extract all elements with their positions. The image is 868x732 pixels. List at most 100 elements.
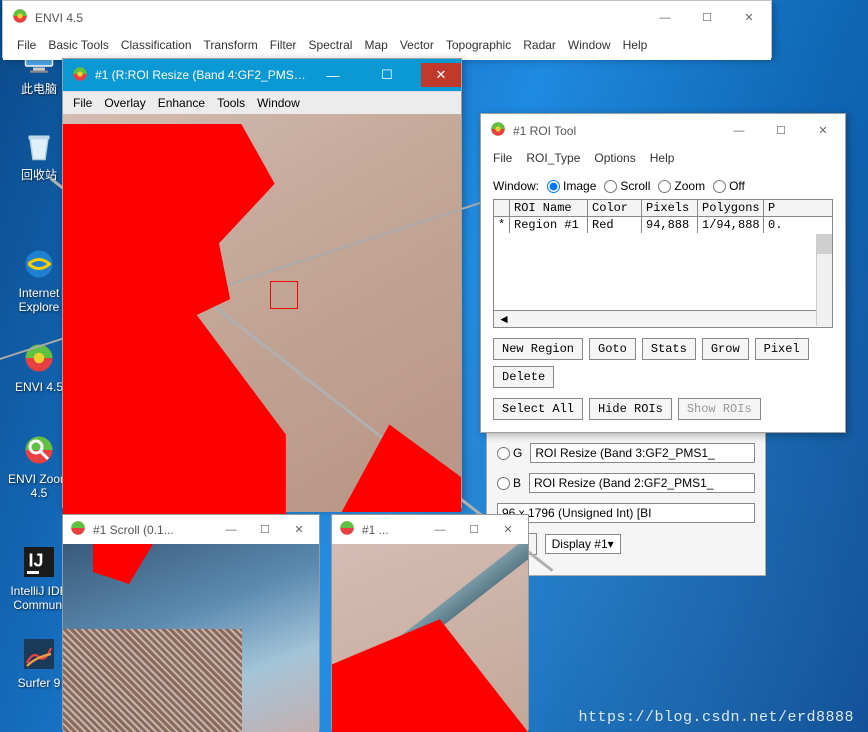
select-all-button[interactable]: Select All (493, 398, 583, 420)
b-band-input[interactable] (529, 473, 755, 493)
desktop-icon-intellij[interactable]: IJ IntelliJ IDE Communi (8, 544, 70, 613)
menu-tools[interactable]: Tools (217, 96, 245, 110)
display-dropdown[interactable]: Display #1▾ (545, 534, 621, 554)
ie-icon (21, 246, 57, 282)
table-row[interactable]: * Region #1 Red 94,888 1/94,888 0. (494, 217, 832, 233)
image-canvas[interactable] (63, 114, 461, 512)
goto-button[interactable]: Goto (589, 338, 636, 360)
stats-button[interactable]: Stats (642, 338, 696, 360)
radio-scroll[interactable]: Scroll (604, 179, 650, 193)
pixel-button[interactable]: Pixel (755, 338, 809, 360)
zoom-window-title: #1 ... (362, 523, 420, 537)
dims-input[interactable] (497, 503, 755, 523)
col-p[interactable]: P (764, 200, 782, 216)
zoom-canvas[interactable] (332, 544, 528, 732)
maximize-button[interactable]: ☐ (767, 122, 795, 140)
roi-polygon (63, 124, 286, 522)
menu-basic-tools[interactable]: Basic Tools (48, 38, 108, 52)
minimize-button[interactable]: — (651, 9, 679, 27)
g-band-input[interactable] (530, 443, 755, 463)
zoom-box-indicator[interactable] (270, 281, 298, 309)
close-button[interactable]: ✕ (421, 63, 461, 87)
menu-topographic[interactable]: Topographic (446, 38, 511, 52)
grow-button[interactable]: Grow (702, 338, 749, 360)
maximize-button[interactable]: ☐ (460, 521, 488, 539)
desktop-icon-surfer[interactable]: Surfer 9 (8, 636, 70, 690)
close-button[interactable]: ✕ (735, 9, 763, 27)
cell-color[interactable]: Red (588, 217, 642, 233)
minimize-button[interactable]: — (313, 63, 353, 87)
menu-file[interactable]: File (493, 151, 512, 165)
menu-file[interactable]: File (73, 96, 92, 110)
envi-logo-icon (338, 519, 356, 540)
maximize-button[interactable]: ☐ (251, 521, 279, 539)
envi-logo-icon (489, 120, 507, 141)
menu-map[interactable]: Map (364, 38, 387, 52)
menu-window[interactable]: Window (568, 38, 611, 52)
col-roi-name[interactable]: ROI Name (510, 200, 588, 216)
menu-enhance[interactable]: Enhance (158, 96, 205, 110)
maximize-button[interactable]: ☐ (367, 63, 407, 87)
radio-b[interactable]: B (497, 476, 521, 490)
roi-overview (93, 544, 153, 584)
roi-tool-title: #1 ROI Tool (513, 124, 719, 138)
menu-file[interactable]: File (17, 38, 36, 52)
menu-vector[interactable]: Vector (400, 38, 434, 52)
cell-polygons: 1/94,888 (698, 217, 764, 233)
roi-table: ROI Name Color Pixels Polygons P * Regio… (493, 199, 833, 328)
minimize-button[interactable]: — (426, 521, 454, 539)
desktop-icon-envi45[interactable]: ENVI 4.5 (8, 340, 70, 394)
table-hscrollbar[interactable]: ◄ ► (494, 311, 832, 327)
menu-help[interactable]: Help (623, 38, 648, 52)
menu-classification[interactable]: Classification (121, 38, 192, 52)
cell-name[interactable]: Region #1 (510, 217, 588, 233)
scroll-window-titlebar[interactable]: #1 Scroll (0.1... — ☐ ✕ (63, 515, 319, 544)
close-button[interactable]: ✕ (285, 521, 313, 539)
scroll-canvas[interactable] (63, 544, 319, 732)
menu-roi-type[interactable]: ROI_Type (526, 151, 580, 165)
menu-filter[interactable]: Filter (270, 38, 297, 52)
menu-transform[interactable]: Transform (204, 38, 258, 52)
close-button[interactable]: ✕ (809, 122, 837, 140)
zoom-window-titlebar[interactable]: #1 ... — ☐ ✕ (332, 515, 528, 544)
maximize-button[interactable]: ☐ (693, 9, 721, 27)
row-selected-marker: * (494, 217, 510, 233)
roi-button-row-2: Select All Hide ROIs Show ROIs (493, 398, 833, 420)
radio-g[interactable]: G (497, 446, 522, 460)
close-button[interactable]: ✕ (494, 521, 522, 539)
desktop-icon-recycle[interactable]: 回收站 (8, 128, 70, 182)
roi-tool-window: #1 ROI Tool — ☐ ✕ File ROI_Type Options … (480, 113, 846, 433)
menu-help[interactable]: Help (650, 151, 675, 165)
radio-image[interactable]: Image (547, 179, 596, 193)
surfer-icon (21, 636, 57, 672)
cell-pixels: 94,888 (642, 217, 698, 233)
radio-off[interactable]: Off (713, 179, 745, 193)
radio-zoom[interactable]: Zoom (658, 179, 705, 193)
desktop-icon-envizoom[interactable]: ENVI Zoom 4.5 (8, 432, 70, 501)
envi-main-titlebar[interactable]: ENVI 4.5 — ☐ ✕ (3, 1, 771, 34)
desktop-icon-ie[interactable]: Internet Explore (8, 246, 70, 315)
col-polygons[interactable]: Polygons (698, 200, 764, 216)
minimize-button[interactable]: — (217, 521, 245, 539)
col-pixels[interactable]: Pixels (642, 200, 698, 216)
table-vscrollbar[interactable] (816, 234, 832, 326)
scroll-window-title: #1 Scroll (0.1... (93, 523, 211, 537)
delete-button[interactable]: Delete (493, 366, 554, 388)
hide-rois-button[interactable]: Hide ROIs (589, 398, 672, 420)
envi-logo-icon (11, 7, 29, 28)
new-region-button[interactable]: New Region (493, 338, 583, 360)
menu-options[interactable]: Options (594, 151, 635, 165)
col-color[interactable]: Color (588, 200, 642, 216)
zoom-window: #1 ... — ☐ ✕ (331, 514, 529, 730)
image-window-titlebar[interactable]: #1 (R:ROI Resize (Band 4:GF2_PMS1_E... —… (63, 59, 461, 91)
scroll-left-icon[interactable]: ◄ (498, 312, 510, 326)
image-window: #1 (R:ROI Resize (Band 4:GF2_PMS1_E... —… (62, 58, 462, 508)
menu-overlay[interactable]: Overlay (104, 96, 145, 110)
image-window-title: #1 (R:ROI Resize (Band 4:GF2_PMS1_E... (95, 68, 307, 82)
minimize-button[interactable]: — (725, 122, 753, 140)
roi-tool-titlebar[interactable]: #1 ROI Tool — ☐ ✕ (481, 114, 845, 147)
menu-spectral[interactable]: Spectral (308, 38, 352, 52)
menu-window[interactable]: Window (257, 96, 300, 110)
envizoom-icon (21, 432, 57, 468)
menu-radar[interactable]: Radar (523, 38, 556, 52)
